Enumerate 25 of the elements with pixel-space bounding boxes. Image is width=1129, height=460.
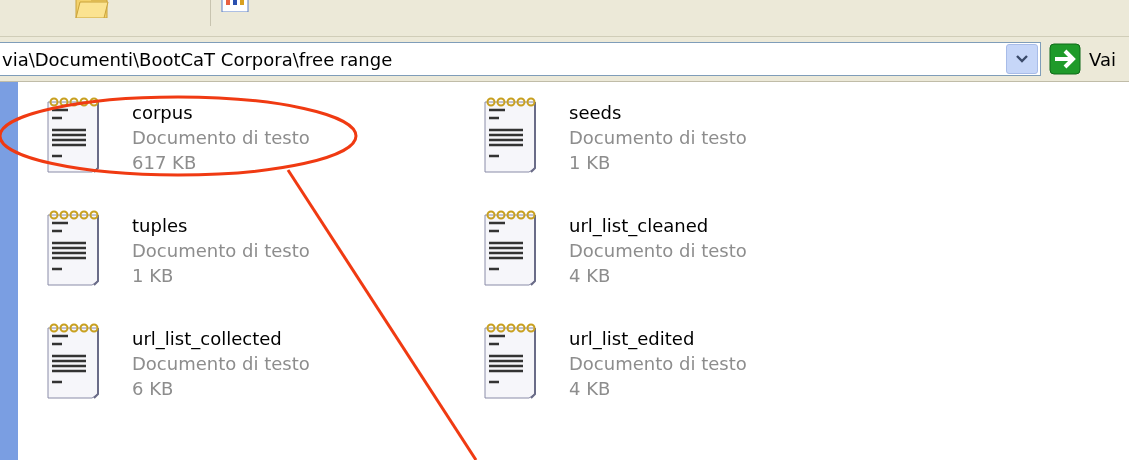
file-name[interactable]: url_list_cleaned (569, 215, 709, 236)
file-type: Documento di testo (132, 127, 310, 148)
file-size: 1 KB (569, 152, 611, 173)
chevron-icon (1016, 55, 1028, 63)
file-type: Documento di testo (569, 240, 747, 261)
go-button[interactable]: Vai (1049, 43, 1129, 75)
folder-icon (74, 0, 110, 18)
views-icon (221, 0, 249, 12)
file-type: Documento di testo (132, 240, 310, 261)
file-type: Documento di testo (569, 127, 747, 148)
views-button[interactable] (221, 0, 249, 15)
file-type: Documento di testo (132, 353, 310, 374)
file-size: 6 KB (132, 378, 174, 399)
file-name[interactable]: corpus (132, 102, 193, 123)
file-size: 4 KB (569, 378, 611, 399)
file-size: 4 KB (569, 265, 611, 286)
file-size: 1 KB (132, 265, 174, 286)
file-name[interactable]: seeds (569, 102, 622, 123)
file-size: 617 KB (132, 152, 197, 173)
dropdown-button[interactable] (1006, 44, 1038, 74)
address-field[interactable]: via\Documenti\BootCaT Corpora\free range (0, 42, 1041, 76)
file-name[interactable]: tuples (132, 215, 188, 236)
file-name[interactable]: url_list_collected (132, 328, 282, 349)
file-type: Documento di testo (569, 353, 747, 374)
file-name[interactable]: url_list_edited (569, 328, 695, 349)
